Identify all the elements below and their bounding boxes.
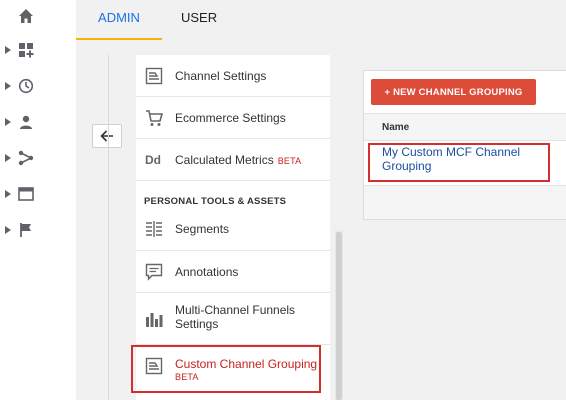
arrow-left-icon (100, 130, 113, 142)
bar-chart-icon (146, 313, 163, 327)
person-icon (20, 115, 32, 129)
rail-audience[interactable] (0, 104, 76, 140)
caret-right-icon (5, 118, 11, 126)
menu-item-annotations[interactable]: Annotations (136, 251, 330, 293)
highlight-box (131, 345, 321, 393)
top-tab-bar: ADMIN USER (76, 0, 566, 40)
menu-label: Annotations (175, 265, 239, 279)
dd-icon: Dd (145, 153, 161, 167)
flag-icon (20, 223, 31, 237)
rail-home[interactable] (0, 0, 76, 36)
home-icon (19, 9, 33, 23)
menu-item-calculated-metrics[interactable]: Dd Calculated Metrics BETA (136, 139, 330, 181)
annotation-icon (145, 263, 163, 281)
column-header-name[interactable]: Name (382, 122, 409, 133)
display-icon (18, 187, 34, 201)
channel-settings-icon (145, 67, 163, 85)
segments-icon (146, 221, 162, 237)
rail-realtime[interactable] (0, 68, 76, 104)
cart-icon (146, 110, 163, 126)
rail-customization[interactable] (0, 32, 76, 68)
menu-divider (108, 55, 109, 400)
dashboard-icon (19, 43, 34, 58)
menu-label: Calculated Metrics BETA (175, 153, 302, 167)
clock-icon (18, 78, 34, 94)
menu-item-mcf-settings[interactable]: Multi-Channel Funnels Settings (136, 293, 330, 345)
menu-item-channel-settings[interactable]: Channel Settings (136, 55, 330, 97)
table-footer (364, 185, 566, 219)
highlight-box (368, 143, 550, 182)
tab-user[interactable]: USER (181, 0, 221, 40)
beta-badge: BETA (277, 156, 302, 166)
caret-right-icon (5, 82, 11, 90)
menu-label: Multi-Channel Funnels Settings (175, 303, 296, 331)
left-nav-rail (0, 0, 76, 400)
menu-label: Ecommerce Settings (175, 111, 286, 125)
rail-conversions[interactable] (0, 212, 76, 248)
menu-item-segments[interactable]: Segments (136, 209, 330, 251)
tab-admin[interactable]: ADMIN (76, 0, 162, 40)
caret-right-icon (5, 154, 11, 162)
back-button[interactable] (92, 124, 122, 148)
rail-acquisition[interactable] (0, 140, 76, 176)
rail-behavior[interactable] (0, 176, 76, 212)
share-icon (18, 150, 34, 166)
new-channel-grouping-button[interactable]: + NEW CHANNEL GROUPING (371, 79, 536, 105)
caret-right-icon (5, 226, 11, 234)
menu-item-ecommerce-settings[interactable]: Ecommerce Settings (136, 97, 330, 139)
table-header: Name (364, 113, 566, 141)
menu-label: Channel Settings (175, 69, 267, 83)
caret-right-icon (5, 190, 11, 198)
caret-right-icon (5, 46, 11, 54)
scrollbar-thumb[interactable] (336, 232, 342, 400)
menu-label: Segments (175, 222, 230, 236)
section-heading: PERSONAL TOOLS & ASSETS (144, 196, 287, 207)
